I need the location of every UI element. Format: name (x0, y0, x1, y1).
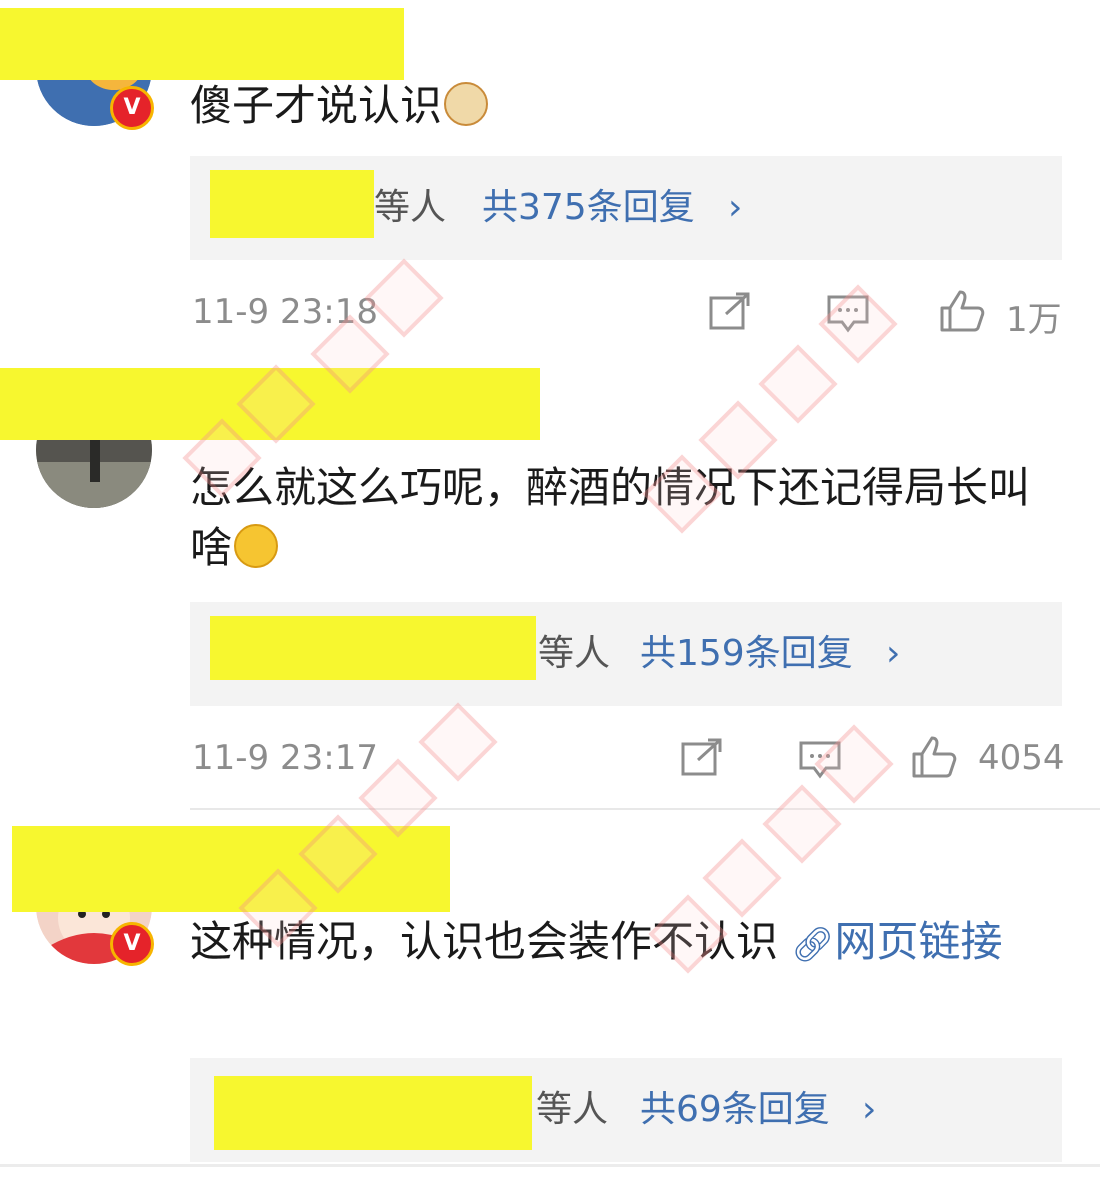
comment-icon[interactable] (798, 740, 842, 780)
comment-text: 傻子才说认识 (190, 76, 1070, 136)
reply-summary[interactable]: 等人 共159条回复 › (190, 602, 1062, 706)
comment-feed: V 傻子才说认识 等人 共375条回复 › 11-9 23:18 1万 怎么就这… (0, 0, 1100, 1190)
comment-timestamp: 11-9 23:17 (192, 738, 378, 778)
watermark-mark (758, 344, 838, 424)
link-icon: 🔗︎ (791, 925, 835, 965)
redacted-username (12, 826, 450, 912)
bottom-divider (0, 1164, 1100, 1167)
reply-count-link[interactable]: 共159条回复 (640, 602, 853, 706)
reply-summary[interactable]: 等人 共69条回复 › (190, 1058, 1062, 1162)
comment-divider (190, 808, 1100, 810)
comment-body: 傻子才说认识 (190, 81, 443, 130)
reply-count-link[interactable]: 共375条回复 (482, 156, 695, 260)
comment-icon[interactable] (826, 294, 870, 334)
comment-body: 这种情况，认识也会装作不认识 (190, 917, 779, 966)
laughing-face-icon (234, 524, 279, 568)
redacted-replier-names (210, 616, 536, 680)
verified-badge-icon: V (110, 86, 154, 130)
watermark-mark (702, 838, 782, 918)
redacted-username (0, 8, 404, 80)
redacted-replier-names (210, 170, 374, 238)
comment-text: 这种情况，认识也会装作不认识 🔗︎网页链接 (190, 912, 1070, 975)
reply-others: 等人 (536, 1089, 609, 1130)
like-icon[interactable] (938, 288, 986, 334)
chevron-right-icon: › (886, 633, 901, 674)
like-icon[interactable] (910, 734, 958, 780)
reply-count-link[interactable]: 共69条回复 (640, 1058, 830, 1162)
reply-others: 等人 (538, 633, 611, 674)
verified-badge-icon: V (110, 922, 154, 966)
web-link[interactable]: 网页链接 (835, 917, 1003, 966)
chevron-right-icon: › (728, 187, 743, 228)
watermark-mark (418, 702, 498, 782)
cat-face-icon (444, 82, 489, 126)
comment-body: 怎么就这么巧呢，醉酒的情况下还记得局长叫啥 (190, 463, 1031, 572)
redacted-replier-names (214, 1076, 532, 1150)
comment-timestamp: 11-9 23:18 (192, 292, 378, 332)
like-count: 4054 (978, 738, 1065, 778)
redacted-username (0, 368, 540, 440)
repost-icon[interactable] (708, 292, 752, 332)
watermark-mark (762, 784, 842, 864)
chevron-right-icon: › (862, 1089, 877, 1130)
reply-summary[interactable]: 等人 共375条回复 › (190, 156, 1062, 260)
repost-icon[interactable] (680, 738, 724, 778)
like-count: 1万 (1006, 300, 1062, 340)
comment-text: 怎么就这么巧呢，醉酒的情况下还记得局长叫啥 (190, 458, 1070, 578)
reply-others: 等人 (374, 187, 447, 228)
